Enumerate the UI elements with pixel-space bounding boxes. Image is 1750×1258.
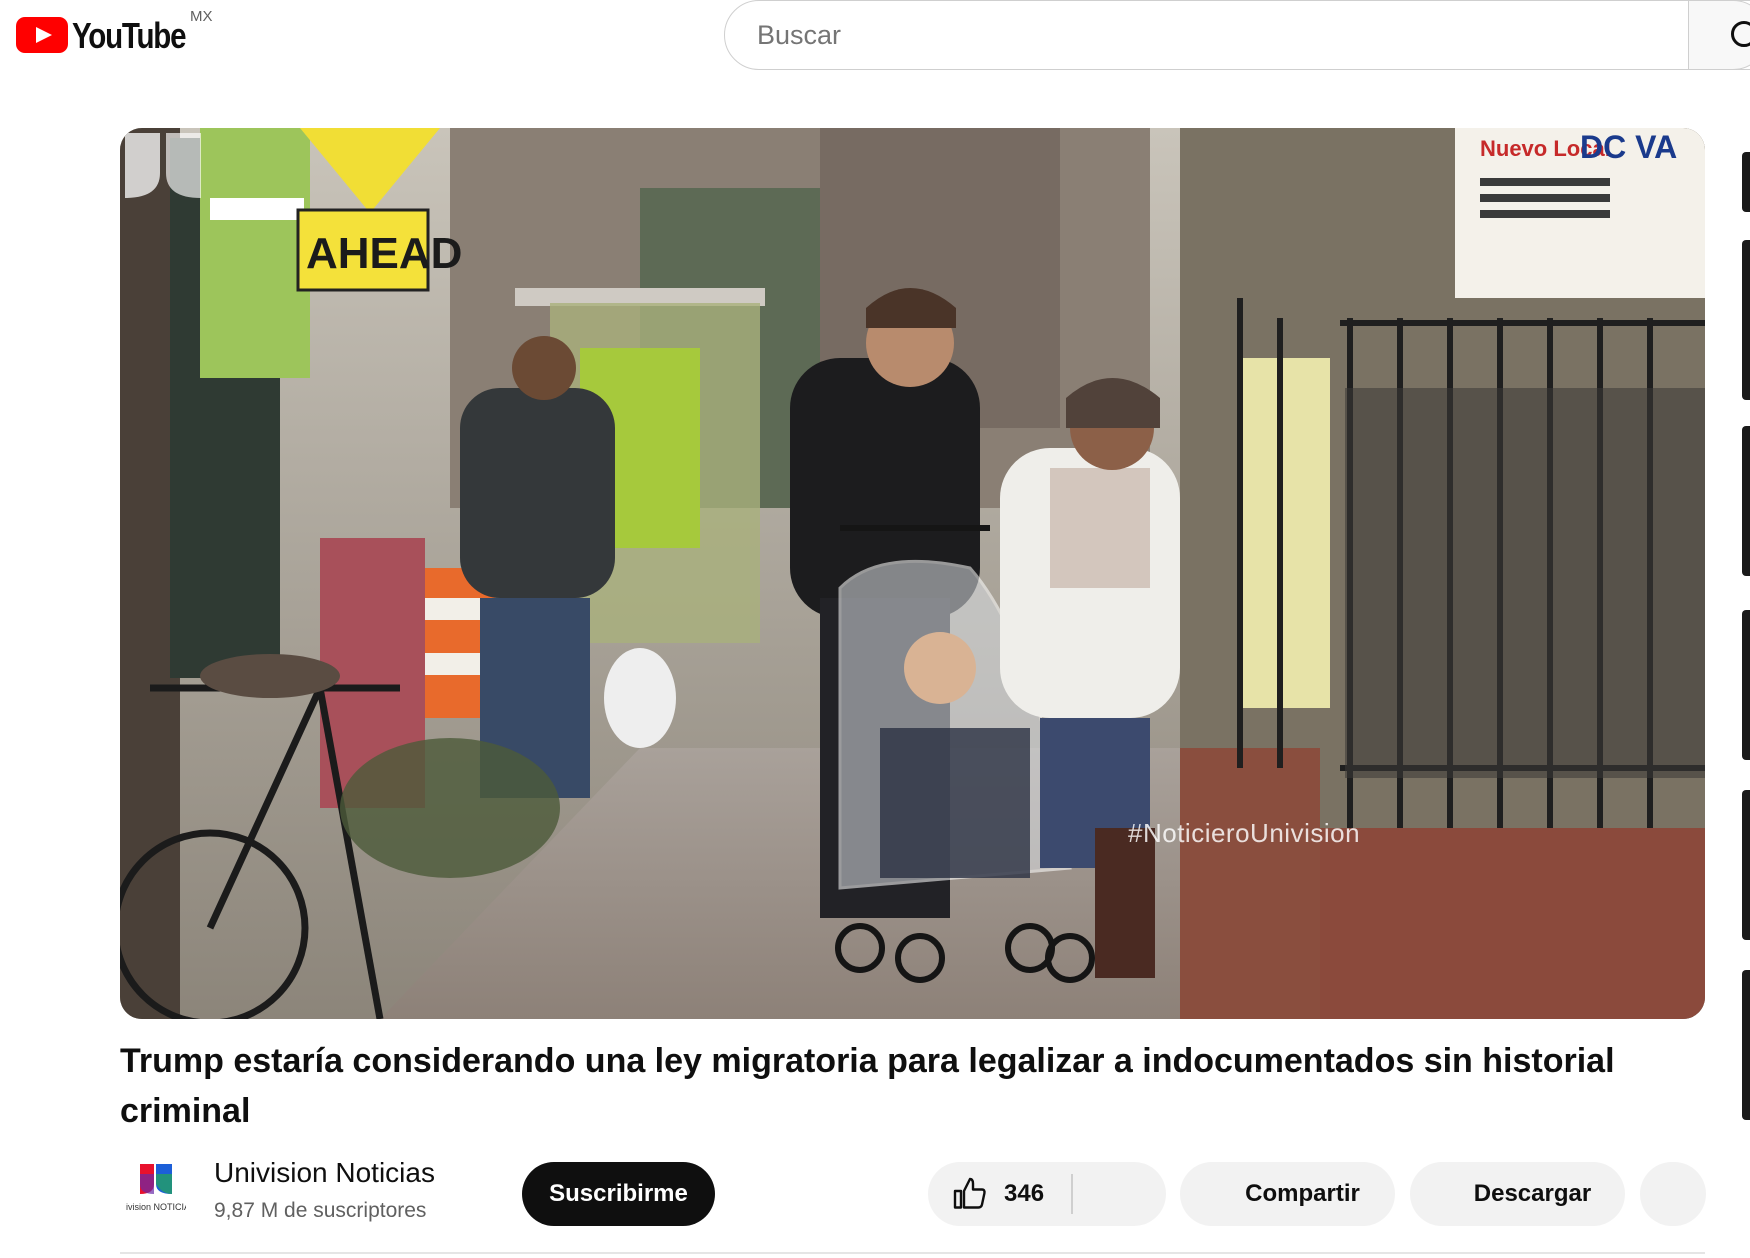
like-dislike-group: 346 — [928, 1162, 1166, 1226]
section-divider — [120, 1252, 1705, 1254]
video-player[interactable]: AHEAD Nuevo Local DC VA #NoticieroUnivis… — [120, 128, 1705, 1019]
share-button[interactable]: Compartir — [1180, 1162, 1395, 1226]
download-button[interactable]: Descargar — [1410, 1162, 1625, 1226]
like-count: 346 — [1004, 1180, 1045, 1207]
search-input[interactable] — [755, 18, 1715, 52]
ahead-sign-text: AHEAD — [306, 229, 462, 278]
channel-name[interactable]: Univision Noticias — [214, 1157, 435, 1189]
univision-watermark-icon — [125, 133, 201, 198]
video-watermark: #NoticieroUnivision — [1128, 818, 1361, 848]
dc-va-sign: DC VA — [1580, 129, 1677, 165]
country-code: MX — [190, 8, 213, 25]
subscribe-button[interactable]: Suscribirme — [522, 1162, 715, 1226]
youtube-play-icon — [16, 17, 68, 53]
video-title: Trump estaría considerando una ley migra… — [120, 1042, 1615, 1130]
dislike-button[interactable] — [1073, 1162, 1166, 1226]
download-label: Descargar — [1473, 1180, 1592, 1207]
subscriber-count: 9,87 M de suscriptores — [214, 1199, 427, 1222]
search-icon — [1731, 21, 1750, 47]
logo-wordmark: YouTube — [72, 15, 187, 56]
more-actions-button[interactable] — [1640, 1162, 1706, 1226]
avatar-caption: univision NOTICIAS — [126, 1202, 186, 1212]
search-button[interactable] — [1688, 0, 1750, 70]
like-button[interactable]: 346 — [928, 1162, 1071, 1226]
video-frame: AHEAD Nuevo Local DC VA — [120, 128, 1705, 1019]
search-box — [724, 0, 1750, 70]
share-label: Compartir — [1245, 1180, 1360, 1207]
sidebar-edge — [1742, 130, 1750, 1258]
channel-avatar[interactable]: univision NOTICIAS — [126, 1160, 186, 1220]
masthead: YouTube MX — [0, 0, 1750, 70]
youtube-logo[interactable]: YouTube — [16, 14, 210, 58]
thumbs-up-icon — [953, 1177, 986, 1209]
